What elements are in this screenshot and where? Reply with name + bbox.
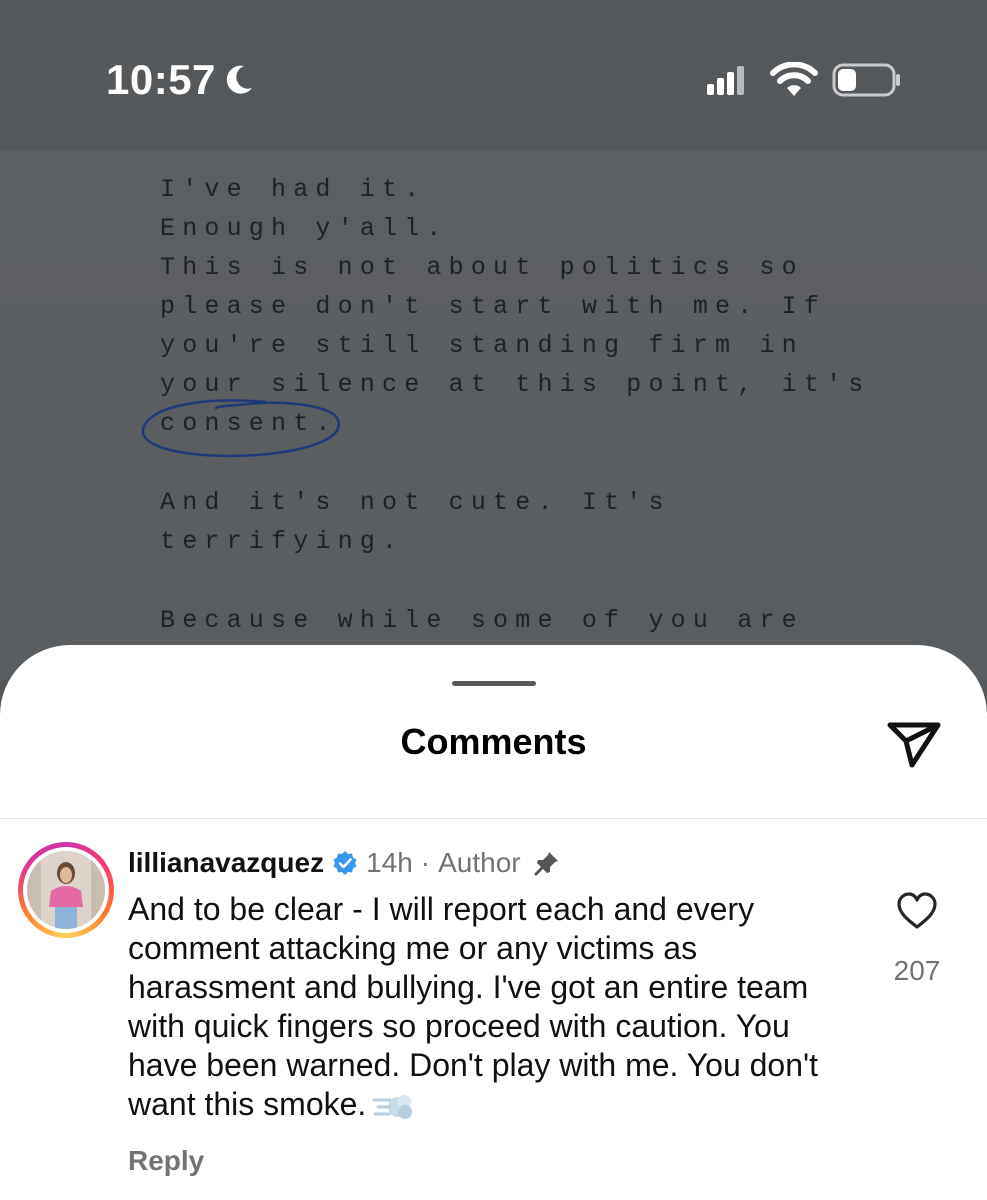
comment-time: 14h	[366, 847, 413, 878]
typed-line: terrifying.	[160, 527, 405, 556]
typed-line: This is not about politics so	[160, 253, 804, 282]
avatar	[27, 851, 105, 929]
author-label: Author	[438, 847, 521, 878]
circle-annotation-icon	[141, 399, 340, 458]
sheet-title: Comments	[400, 721, 587, 762]
avatar-photo-icon	[27, 851, 105, 929]
status-time: 10:57	[106, 56, 216, 103]
heart-icon[interactable]	[896, 891, 938, 931]
reply-button[interactable]: Reply	[128, 1145, 204, 1177]
avatar-story-ring[interactable]	[18, 842, 114, 938]
typed-line: Because while some of you are	[160, 606, 804, 635]
moon-icon	[226, 65, 252, 94]
battery-icon	[832, 63, 900, 97]
divider	[0, 818, 987, 819]
cellular-signal-icon	[707, 66, 744, 95]
verified-badge-icon	[333, 851, 357, 875]
comment-username[interactable]: lillianavazquez	[128, 847, 324, 879]
wifi-icon	[770, 62, 818, 96]
typed-line: you're still standing firm in	[160, 331, 804, 360]
dash-smoke-emoji-icon	[372, 1094, 413, 1119]
typed-line: I've had it.	[160, 175, 427, 204]
comment-header: lillianavazquez 14h · Author	[128, 845, 561, 881]
comments-sheet: Comments lillianavazquez 14h · Author An…	[0, 645, 987, 1200]
send-icon[interactable]	[884, 715, 944, 771]
typed-line: Enough y'all.	[160, 214, 449, 243]
typed-line: And it's not cute. It's	[160, 488, 671, 517]
typed-line: please don't start with me. If	[160, 292, 827, 321]
comment-text-content: And to be clear - I will report each and…	[128, 891, 819, 1122]
meta-separator: ·	[420, 847, 431, 878]
pin-icon	[534, 852, 558, 876]
status-bar: 10:57	[0, 0, 987, 150]
comment-text: And to be clear - I will report each and…	[128, 890, 848, 1124]
sheet-grabber[interactable]	[452, 681, 536, 686]
like-count: 207	[893, 955, 941, 986]
